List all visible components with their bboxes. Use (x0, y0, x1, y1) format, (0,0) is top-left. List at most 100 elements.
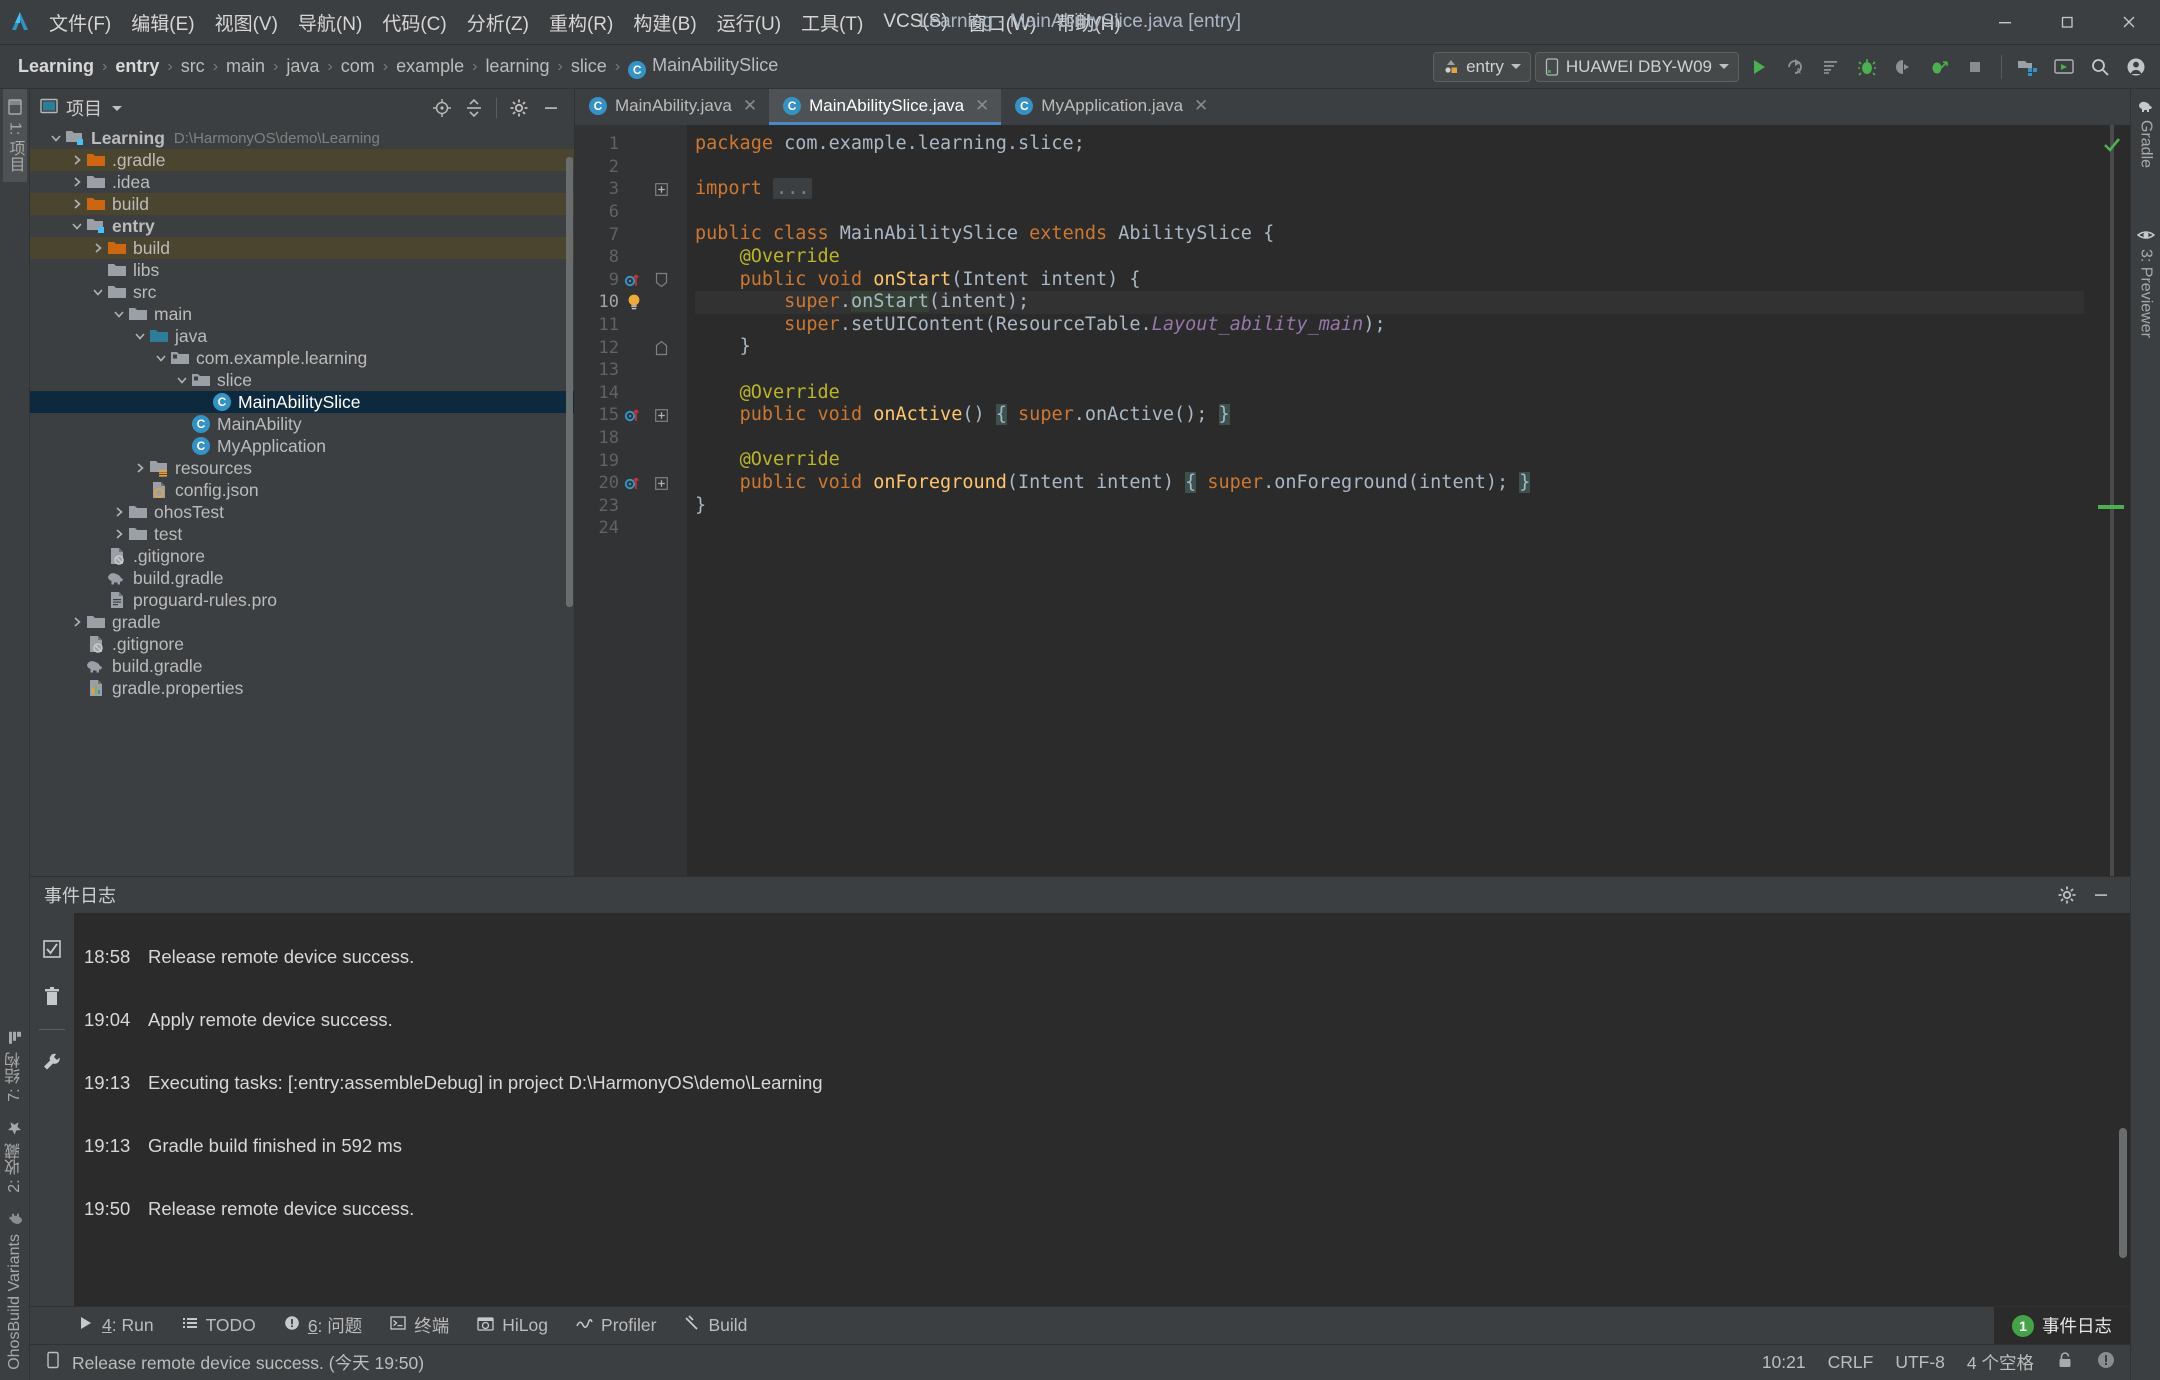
run-button[interactable] (1743, 51, 1775, 83)
gutter-line[interactable]: 24 (575, 517, 687, 540)
code-line[interactable] (695, 517, 2084, 540)
chevron-down-icon[interactable] (174, 372, 190, 388)
tree-node[interactable]: libs (30, 259, 574, 281)
debug-button[interactable] (1851, 51, 1883, 83)
menu-navigate[interactable]: 导航(N) (289, 5, 371, 40)
chevron-down-icon[interactable] (153, 350, 169, 366)
menu-analyze[interactable]: 分析(Z) (458, 5, 538, 40)
code-line[interactable]: public class MainAbilitySlice extends Ab… (695, 223, 2084, 246)
event-log-scrollbar[interactable] (2119, 1128, 2127, 1258)
code-line[interactable]: public void onActive() { super.onActive(… (695, 404, 2084, 427)
close-icon[interactable]: ✕ (975, 96, 989, 116)
log-settings-gear-button[interactable] (2052, 880, 2082, 910)
code-line[interactable]: public void onForeground(Intent intent) … (695, 472, 2084, 495)
device-manager-button[interactable] (2048, 51, 2080, 83)
tool-tab-structure[interactable]: 7: 结构 (3, 1021, 27, 1112)
fold-collapse-end-icon[interactable] (649, 340, 673, 356)
code-line[interactable] (695, 201, 2084, 224)
menu-file[interactable]: 文件(F) (40, 5, 120, 40)
breadcrumb-item-class[interactable]: CMainAbilitySlice (624, 53, 782, 81)
event-log-entry[interactable]: 19:13Gradle build finished in 592 ms (84, 1114, 2130, 1177)
breadcrumb-item-learning[interactable]: Learning (14, 54, 98, 79)
close-button[interactable] (2098, 0, 2160, 45)
chevron-right-icon[interactable] (111, 526, 127, 542)
bottom-tab-run[interactable]: 4: Run (64, 1310, 168, 1341)
file-encoding[interactable]: UTF-8 (1895, 1352, 1945, 1373)
fold-expand-icon[interactable] (649, 183, 673, 196)
tree-node[interactable]: .idea (30, 171, 574, 193)
intention-bulb-icon[interactable] (619, 292, 649, 312)
maximize-button[interactable] (2036, 0, 2098, 45)
gutter-line[interactable]: 18 (575, 427, 687, 450)
project-tree[interactable]: LearningD:\HarmonyOS\demo\Learning.gradl… (30, 127, 574, 876)
event-log-entry[interactable]: 18:58Gradle build finished in 11 s 567 m… (84, 913, 2130, 925)
account-button[interactable] (2120, 51, 2152, 83)
event-log-entry[interactable]: 19:04Apply remote device success. (84, 988, 2130, 1051)
editor-gutter[interactable]: 12367891011121314151819202324 (575, 125, 687, 876)
tree-node[interactable]: CMyApplication (30, 435, 574, 457)
code-line[interactable] (695, 359, 2084, 382)
code-line[interactable]: super.onStart(intent); (695, 291, 2084, 314)
gutter-line[interactable]: 8 (575, 246, 687, 269)
tree-node[interactable]: build.gradle (30, 567, 574, 589)
chevron-down-icon[interactable] (48, 130, 64, 146)
menu-edit[interactable]: 编辑(E) (122, 5, 203, 40)
search-everywhere-button[interactable] (2084, 51, 2116, 83)
menu-vcs[interactable]: VCS(S) (874, 7, 956, 37)
tool-tab-favorites[interactable]: 2: 收藏 (3, 1111, 27, 1203)
menu-help[interactable]: 帮助(H) (1047, 5, 1129, 40)
bottom-tab-event-log[interactable]: 1事件日志 (1994, 1307, 2130, 1344)
bottom-tab-problems[interactable]: 6: 问题 (270, 1308, 376, 1343)
gutter-line[interactable]: 20 (575, 472, 687, 495)
sdk-manager-button[interactable] (2012, 51, 2044, 83)
bottom-tab-terminal[interactable]: 终端 (376, 1308, 463, 1343)
menu-tools[interactable]: 工具(T) (792, 5, 872, 40)
close-icon[interactable]: ✕ (743, 96, 757, 116)
tree-node[interactable]: config.json (30, 479, 574, 501)
line-separator[interactable]: CRLF (1828, 1352, 1874, 1373)
project-tree-scrollbar[interactable] (566, 157, 573, 607)
editor-tab-mainabilityslice[interactable]: CMainAbilitySlice.java✕ (769, 89, 1001, 125)
bottom-tab-hilog[interactable]: HiLog (463, 1310, 562, 1341)
chevron-right-icon[interactable] (69, 152, 85, 168)
settings-gear-button[interactable] (504, 93, 534, 123)
breadcrumb-item-main[interactable]: main (222, 54, 269, 79)
tree-node[interactable]: CMainAbility (30, 413, 574, 435)
gutter-line[interactable]: 15 (575, 404, 687, 427)
chevron-right-icon[interactable] (69, 174, 85, 190)
close-icon[interactable]: ✕ (1194, 96, 1208, 116)
tree-node[interactable]: proguard-rules.pro (30, 589, 574, 611)
event-log-entry[interactable]: 19:13Executing tasks: [:entry:assembleDe… (84, 1051, 2130, 1114)
chevron-down-icon[interactable] (69, 218, 85, 234)
fold-expand-icon[interactable] (649, 477, 673, 490)
override-method-icon[interactable] (619, 407, 649, 423)
event-log-entry[interactable]: 19:50Release remote device success. (84, 1177, 2130, 1240)
chevron-down-icon[interactable] (112, 106, 122, 111)
gutter-line[interactable]: 2 (575, 156, 687, 179)
log-hide-button[interactable] (2086, 880, 2116, 910)
tool-tab-gradle[interactable]: Gradle (2137, 89, 2155, 178)
status-message[interactable]: Release remote device success. (今天 19:50… (72, 1350, 424, 1375)
lock-open-icon[interactable] (2056, 1351, 2074, 1374)
indent-setting[interactable]: 4 个空格 (1967, 1350, 2034, 1375)
chevron-right-icon[interactable] (90, 240, 106, 256)
breadcrumb-item-slice[interactable]: slice (567, 54, 611, 79)
editor-code[interactable]: package com.example.learning.slice; impo… (687, 125, 2084, 876)
menu-view[interactable]: 视图(V) (206, 5, 287, 40)
fold-collapse-start-icon[interactable] (649, 272, 673, 288)
bottom-tab-profiler[interactable]: Profiler (562, 1310, 670, 1341)
code-line[interactable]: @Override (695, 449, 2084, 472)
stop-button[interactable] (1959, 51, 1991, 83)
editor-tab-myapplication[interactable]: CMyApplication.java✕ (1001, 89, 1220, 125)
tool-tab-project[interactable]: 1: 项目 (3, 89, 27, 182)
chevron-right-icon[interactable] (69, 196, 85, 212)
menu-build[interactable]: 构建(B) (624, 5, 705, 40)
menu-run[interactable]: 运行(U) (708, 5, 790, 40)
tree-node[interactable]: gradle (30, 611, 574, 633)
chevron-down-icon[interactable] (90, 284, 106, 300)
tree-node[interactable]: java (30, 325, 574, 347)
gutter-line[interactable]: 10 (575, 291, 687, 314)
tree-node[interactable]: gradle.properties (30, 677, 574, 699)
breadcrumb-item-src[interactable]: src (177, 54, 209, 79)
fold-expand-icon[interactable] (649, 409, 673, 422)
